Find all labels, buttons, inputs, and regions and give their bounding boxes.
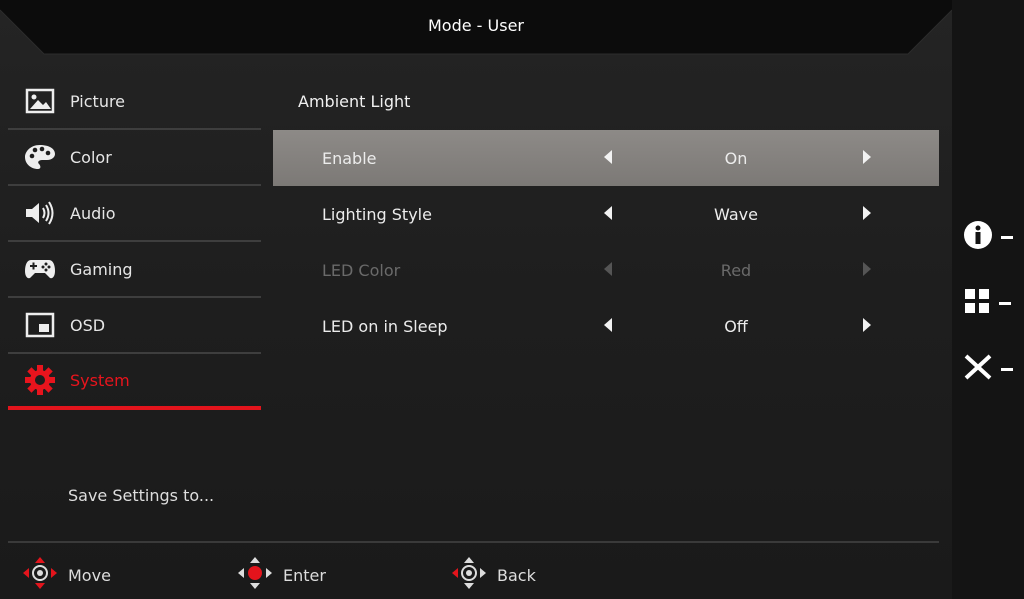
setting-row-led-on-in-sleep[interactable]: LED on in Sleep Off [273, 298, 939, 354]
hint-enter: Enter [237, 556, 326, 594]
setting-value: Wave [714, 205, 758, 224]
setting-row-lighting-style[interactable]: Lighting Style Wave [273, 186, 939, 242]
settings-list: Enable On Lighting Style Wave LED Color … [273, 130, 939, 354]
sidebar-item-audio[interactable]: Audio [8, 186, 261, 242]
key-dash [1001, 367, 1013, 371]
arrow-left-icon[interactable] [604, 206, 612, 220]
hint-back: Back [451, 556, 536, 594]
gamepad-icon [24, 253, 56, 285]
grid-icon [963, 287, 991, 319]
move-joystick-icon [22, 556, 58, 594]
setting-row-enable[interactable]: Enable On [273, 130, 939, 186]
setting-label: LED on in Sleep [322, 317, 448, 336]
sidebar-item-label: Color [70, 147, 112, 167]
osd-icon [24, 309, 56, 341]
hint-move: Move [22, 556, 111, 594]
setting-label: Enable [322, 149, 377, 168]
sidebar-item-label: Picture [70, 91, 126, 111]
speaker-icon [24, 197, 56, 229]
arrow-right-icon[interactable] [863, 318, 871, 332]
arrow-right-icon [863, 262, 871, 276]
palette-icon [24, 141, 56, 173]
sidebar-item-label: Audio [70, 203, 116, 223]
sidebar-item-picture[interactable]: Picture [8, 74, 261, 130]
setting-value: Off [724, 317, 748, 336]
setting-value: On [724, 149, 748, 168]
hint-label: Enter [283, 565, 326, 585]
sidebar-item-color[interactable]: Color [8, 130, 261, 186]
sidebar-item-label: System [70, 370, 130, 390]
key-dash [999, 301, 1011, 305]
arrow-left-icon [604, 262, 612, 276]
close-key[interactable] [963, 353, 1013, 385]
sidebar-item-label: OSD [70, 315, 106, 335]
sidebar-item-gaming[interactable]: Gaming [8, 242, 261, 298]
hint-label: Move [68, 565, 111, 585]
arrow-right-icon[interactable] [863, 150, 871, 164]
back-joystick-icon [451, 556, 487, 594]
hint-label: Back [497, 565, 536, 585]
save-settings-button[interactable]: Save Settings to... [68, 486, 214, 505]
section-title: Ambient Light [298, 92, 411, 111]
sidebar-item-system[interactable]: System [8, 354, 261, 410]
sidebar: Picture Color Audio Gaming OSD System [8, 74, 261, 410]
enter-joystick-icon [237, 556, 273, 594]
arrow-right-icon[interactable] [863, 206, 871, 220]
setting-row-led-color: LED Color Red [273, 242, 939, 298]
info-key[interactable] [963, 220, 1013, 254]
page-title: Mode - User [427, 16, 524, 35]
footer-divider [8, 541, 939, 543]
key-dash [1001, 235, 1013, 239]
picture-icon [24, 85, 56, 117]
setting-label: Lighting Style [322, 205, 432, 224]
sidebar-item-label: Gaming [70, 259, 133, 279]
osd-window: Mode - User Picture Color Audio Gaming O… [0, 0, 952, 599]
setting-label: LED Color [322, 261, 401, 280]
info-icon [963, 220, 993, 254]
arrow-left-icon[interactable] [604, 150, 612, 164]
close-icon [963, 353, 993, 385]
sidebar-item-osd[interactable]: OSD [8, 298, 261, 354]
menu-key[interactable] [963, 287, 1011, 319]
arrow-left-icon[interactable] [604, 318, 612, 332]
gear-icon [24, 364, 56, 396]
setting-value: Red [720, 261, 752, 280]
